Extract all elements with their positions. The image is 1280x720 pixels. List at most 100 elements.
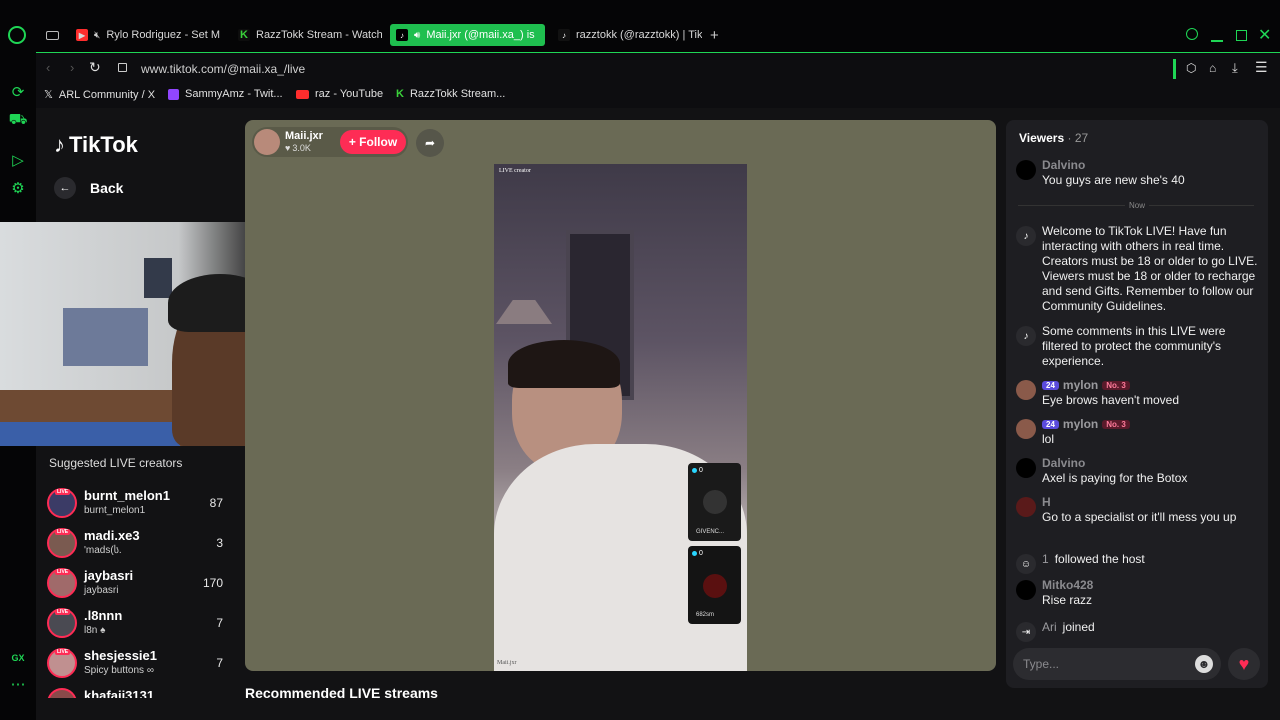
bookmark-sammy[interactable]: SammyAmz - Twit...	[168, 88, 283, 100]
tab-label: razztokk (@razztokk) | Tik	[576, 29, 702, 41]
guest-count: 0	[692, 467, 703, 474]
list-item[interactable]: LIVE shesjessie1 Spicy buttons ∞ 7	[47, 646, 227, 682]
back-nav-icon[interactable]: ‹	[46, 60, 50, 75]
list-item[interactable]: khafaji3131	[47, 686, 227, 698]
maximize-icon[interactable]	[1236, 30, 1247, 41]
heart-icon: ♥	[285, 143, 291, 153]
emoji-icon[interactable]: ☻	[1195, 655, 1213, 673]
new-tab-icon[interactable]: +	[710, 27, 719, 44]
url-field[interactable]: www.tiktok.com/@maii.xa_/live	[141, 62, 305, 76]
bookmark-raz-youtube[interactable]: raz - YouTube	[296, 88, 383, 100]
tab-razztokk-stream[interactable]: K RazzTokk Stream - Watch	[232, 24, 382, 46]
tiktok-icon: ♪	[1016, 226, 1036, 246]
level-badge: 24	[1042, 420, 1059, 429]
avatar	[47, 688, 77, 698]
lock-icon	[118, 63, 127, 72]
extensions-icon[interactable]: ⬡	[1186, 61, 1196, 75]
guest-avatar	[703, 490, 727, 514]
screen: ▶ 🔇︎ Rylo Rodriguez - Set M K RazzTokk S…	[0, 0, 1280, 720]
list-item[interactable]: LIVE jaybasri jaybasri 170	[47, 566, 227, 602]
tiktok-note-icon: ♪	[54, 132, 65, 157]
person-follow-icon: ☺	[1016, 554, 1036, 574]
opera-gx-logo-icon[interactable]	[8, 26, 26, 44]
rank-badge: No. 3	[1102, 420, 1130, 429]
kick-icon: K	[396, 88, 404, 100]
like-heart-button[interactable]: ♥	[1228, 648, 1260, 680]
mute-icon[interactable]: 🔇︎	[94, 30, 100, 41]
join-icon: ⇥	[1016, 622, 1036, 642]
woman-hair	[508, 340, 620, 388]
wall-poster	[63, 308, 148, 366]
tiktok-icon: ♪	[1016, 326, 1036, 346]
accent-line	[1173, 59, 1176, 79]
menu-icon[interactable]: ☰	[1255, 59, 1268, 76]
minimize-icon[interactable]	[1211, 40, 1223, 42]
host-name[interactable]: Maii.jxr	[285, 130, 323, 142]
share-icon[interactable]: ➦	[416, 129, 444, 157]
chat-input-placeholder: Type...	[1023, 657, 1060, 671]
follow-button[interactable]: + Follow	[340, 130, 406, 154]
browser-tab-bar: ▶ 🔇︎ Rylo Rodriguez - Set M K RazzTokk S…	[0, 0, 1280, 52]
tab-label: RazzTokk Stream - Watch	[256, 29, 382, 41]
forward-nav-icon[interactable]: ›	[70, 60, 74, 75]
recommended-title: Recommended LIVE streams	[245, 685, 438, 698]
tiktok-logo[interactable]: ♪ TikTok	[54, 132, 138, 158]
avatar: LIVE	[47, 648, 77, 678]
more-icon[interactable]: ⋯	[8, 674, 28, 694]
chat-input[interactable]: Type... ☻	[1013, 648, 1221, 680]
viewers-header[interactable]: Viewers · 27	[1019, 131, 1088, 145]
tiktok-icon: ♪	[396, 29, 408, 41]
avatar	[1016, 380, 1036, 400]
workspace-icon[interactable]	[46, 31, 59, 40]
tab-rylo[interactable]: ▶ 🔇︎ Rylo Rodriguez - Set M	[70, 24, 220, 46]
address-bar-row: ‹ › ↻ www.tiktok.com/@maii.xa_/live ⬡ ⌂ …	[36, 52, 1280, 84]
avatar	[1016, 580, 1036, 600]
guest-count: 0	[692, 550, 703, 557]
youtube-icon	[296, 89, 309, 99]
bookmark-razztokk[interactable]: K RazzTokk Stream...	[396, 88, 505, 100]
x-icon: 𝕏	[44, 89, 53, 101]
refresh-circle-icon[interactable]: ⟳	[8, 82, 28, 102]
suggested-title: Suggested LIVE creators	[49, 456, 183, 470]
download-icon[interactable]: ⤓	[1232, 60, 1238, 76]
tab-maii-live[interactable]: ♪ 🔊︎ Maii.jxr (@maii.xa_) is	[390, 24, 545, 46]
list-item[interactable]: LIVE burnt_melon1 burnt_melon1 87	[47, 486, 227, 522]
arrow-left-icon: ←	[54, 177, 76, 199]
guest-label: GIVENC...	[696, 529, 725, 535]
account-icon[interactable]: ⌂	[1209, 61, 1216, 75]
level-badge: 24	[1042, 381, 1059, 390]
tab-label: Rylo Rodriguez - Set M	[106, 29, 220, 41]
avatar	[1016, 497, 1036, 517]
tab-label: Maii.jxr (@maii.xa_) is	[426, 29, 535, 41]
speaker-icon[interactable]: 🔊︎	[414, 30, 420, 41]
gx-corner-label[interactable]: GX	[8, 648, 28, 668]
back-button[interactable]: ← Back	[54, 177, 123, 199]
play-icon[interactable]: ▷	[8, 150, 28, 170]
guest-tile[interactable]: 0 682sm	[688, 546, 741, 624]
list-item[interactable]: LIVE .l8nnn l8n ♠ 7	[47, 606, 227, 642]
reload-icon[interactable]: ↻	[89, 59, 101, 76]
bookmarks-bar: 𝕏 ARL Community / X SammyAmz - Twit... ra…	[36, 84, 1280, 108]
list-item[interactable]: LIVE madi.xe3 'mads(ს. 3	[47, 526, 227, 562]
close-icon[interactable]: ✕	[1258, 25, 1271, 45]
youtube-icon: ▶	[76, 29, 88, 41]
host-avatar[interactable]	[254, 129, 280, 155]
kick-icon: K	[238, 29, 250, 41]
bedsheet	[0, 422, 180, 446]
settings-gear-icon[interactable]: ⚙	[8, 178, 28, 198]
search-icon[interactable]	[1186, 28, 1198, 40]
wall-poster-small	[144, 258, 172, 298]
guest-tile[interactable]: 0 GIVENC...	[688, 463, 741, 541]
avatar: LIVE	[47, 528, 77, 558]
avatar: LIVE	[47, 608, 77, 638]
host-likes: ♥ 3.0K	[285, 143, 311, 153]
tab-razztokk-profile[interactable]: ♪ razztokk (@razztokk) | Tik	[552, 24, 702, 46]
twitch-icon	[168, 88, 179, 100]
game-controller-icon[interactable]: ⛟	[8, 110, 28, 130]
avatar	[1016, 458, 1036, 478]
rank-badge: No. 3	[1102, 381, 1130, 390]
lamp-shade	[496, 300, 552, 324]
dot-icon	[692, 468, 697, 473]
dot-icon	[692, 551, 697, 556]
bookmark-arl[interactable]: 𝕏 ARL Community / X	[44, 88, 155, 102]
